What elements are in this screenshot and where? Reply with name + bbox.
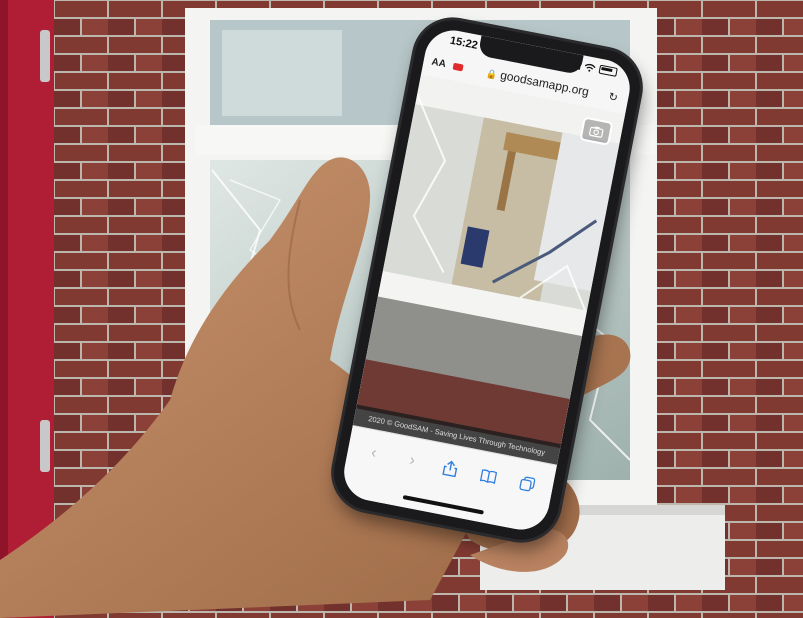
home-indicator <box>402 495 484 515</box>
back-icon[interactable]: ‹ <box>360 441 388 467</box>
bookmarks-icon[interactable] <box>475 463 503 489</box>
share-icon[interactable] <box>436 455 464 481</box>
lock-icon: 🔒 <box>485 68 499 81</box>
photo-scene: 15:22 AA 🔒goodsamapp.org ↻ 2020 © GoodSA… <box>0 0 803 618</box>
status-time: 15:22 <box>448 34 479 52</box>
recording-icon <box>452 62 464 71</box>
red-door <box>0 0 54 618</box>
text-size-button[interactable]: AA <box>431 56 455 71</box>
forward-icon[interactable]: › <box>398 448 426 474</box>
battery-icon <box>598 64 618 77</box>
reload-icon[interactable]: ↻ <box>605 89 621 104</box>
tabs-icon[interactable] <box>513 470 541 496</box>
wifi-icon <box>584 63 596 72</box>
